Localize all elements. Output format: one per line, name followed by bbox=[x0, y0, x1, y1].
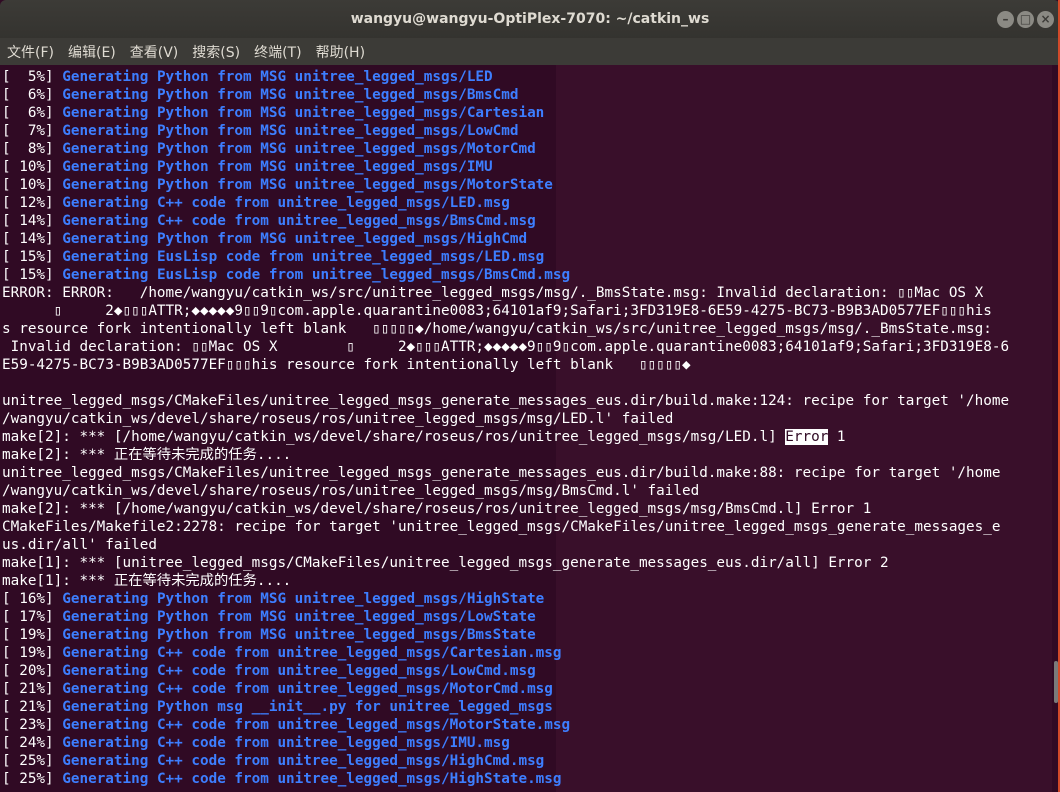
menu-search[interactable]: 搜索(S) bbox=[185, 42, 247, 62]
progress-line: [ 16%] Generating Python from MSG unitre… bbox=[2, 591, 545, 607]
error-line: ERROR: ERROR: /home/wangyu/catkin_ws/src… bbox=[2, 285, 984, 301]
error-line: unitree_legged_msgs/CMakeFiles/unitree_l… bbox=[2, 393, 1010, 409]
progress-line: [ 10%] Generating Python from MSG unitre… bbox=[2, 177, 553, 193]
error-line: /wangyu/catkin_ws/devel/share/roseus/ros… bbox=[2, 483, 700, 499]
error-line: make[1]: *** [unitree_legged_msgs/CMakeF… bbox=[2, 555, 889, 571]
error-block: ERROR: ERROR: /home/wangyu/catkin_ws/src… bbox=[2, 284, 1052, 590]
progress-line: [ 19%] Generating Python from MSG unitre… bbox=[2, 627, 536, 643]
error-line: /wangyu/catkin_ws/devel/share/roseus/ros… bbox=[2, 411, 674, 427]
error-line: make[1]: *** 正在等待未完成的任务.... bbox=[2, 573, 292, 589]
menu-terminal[interactable]: 终端(T) bbox=[247, 42, 308, 62]
menu-help[interactable]: 帮助(H) bbox=[309, 42, 372, 62]
progress-line: [ 14%] Generating Python from MSG unitre… bbox=[2, 231, 528, 247]
progress-block-bottom: [ 16%] Generating Python from MSG unitre… bbox=[2, 590, 1052, 788]
menu-view[interactable]: 查看(V) bbox=[123, 42, 186, 62]
progress-line: [ 7%] Generating Python from MSG unitree… bbox=[2, 123, 519, 139]
terminal-window: wangyu@wangyu-OptiPlex-7070: ~/catkin_ws… bbox=[0, 0, 1060, 792]
error-line: unitree_legged_msgs/CMakeFiles/unitree_l… bbox=[2, 465, 1001, 481]
terminal-lines: [ 5%] Generating Python from MSG unitree… bbox=[2, 68, 1052, 788]
progress-line: [ 20%] Generating C++ code from unitree_… bbox=[2, 663, 536, 679]
progress-line: [ 19%] Generating C++ code from unitree_… bbox=[2, 645, 562, 661]
title-bar[interactable]: wangyu@wangyu-OptiPlex-7070: ~/catkin_ws… bbox=[0, 0, 1060, 38]
minimize-button[interactable]: – bbox=[997, 11, 1014, 28]
make-error-line: make[2]: *** [/home/wangyu/catkin_ws/dev… bbox=[2, 429, 846, 445]
error-line: CMakeFiles/Makefile2:2278: recipe for ta… bbox=[2, 519, 1001, 535]
error-line: ▯ 2◆▯▯▯ATTR;◆◆◆◆◆9▯▯9▯com.apple.quaranti… bbox=[2, 303, 992, 319]
progress-line: [ 12%] Generating C++ code from unitree_… bbox=[2, 195, 510, 211]
progress-block-top: [ 5%] Generating Python from MSG unitree… bbox=[2, 68, 1052, 284]
error-line: make[2]: *** 正在等待未完成的任务.... bbox=[2, 447, 292, 463]
highlighted-error-text: Error bbox=[785, 429, 829, 445]
error-line: E59-4275-BC73-B9B3AD0577EF▯▯▯his resourc… bbox=[2, 357, 691, 373]
progress-line: [ 21%] Generating Python msg __init__.py… bbox=[2, 699, 553, 715]
menu-file[interactable]: 文件(F) bbox=[0, 42, 61, 62]
progress-line: [ 23%] Generating C++ code from unitree_… bbox=[2, 717, 571, 733]
window-title: wangyu@wangyu-OptiPlex-7070: ~/catkin_ws bbox=[350, 11, 710, 27]
progress-line: [ 14%] Generating C++ code from unitree_… bbox=[2, 213, 536, 229]
window-controls: – □ × bbox=[997, 11, 1054, 28]
progress-line: [ 17%] Generating Python from MSG unitre… bbox=[2, 609, 536, 625]
close-button[interactable]: × bbox=[1037, 11, 1054, 28]
progress-line: [ 8%] Generating Python from MSG unitree… bbox=[2, 141, 536, 157]
progress-line: [ 25%] Generating C++ code from unitree_… bbox=[2, 753, 545, 769]
progress-line: [ 5%] Generating Python from MSG unitree… bbox=[2, 69, 493, 85]
terminal-output[interactable]: [ 5%] Generating Python from MSG unitree… bbox=[0, 65, 1052, 792]
menu-edit[interactable]: 编辑(E) bbox=[61, 42, 123, 62]
progress-line: [ 15%] Generating EusLisp code from unit… bbox=[2, 267, 571, 283]
progress-line: [ 10%] Generating Python from MSG unitre… bbox=[2, 159, 493, 175]
progress-line: [ 21%] Generating C++ code from unitree_… bbox=[2, 681, 553, 697]
progress-line: [ 6%] Generating Python from MSG unitree… bbox=[2, 105, 545, 121]
progress-line: [ 15%] Generating EusLisp code from unit… bbox=[2, 249, 545, 265]
progress-line: [ 24%] Generating C++ code from unitree_… bbox=[2, 735, 510, 751]
menu-bar: 文件(F) 编辑(E) 查看(V) 搜索(S) 终端(T) 帮助(H) bbox=[0, 38, 1060, 65]
error-line: Invalid declaration: ▯▯Mac OS X ▯ 2◆▯▯▯A… bbox=[2, 339, 1010, 355]
error-line: us.dir/all' failed bbox=[2, 537, 157, 553]
progress-line: [ 25%] Generating C++ code from unitree_… bbox=[2, 771, 562, 787]
error-line: make[2]: *** [/home/wangyu/catkin_ws/dev… bbox=[2, 501, 872, 517]
progress-line: [ 6%] Generating Python from MSG unitree… bbox=[2, 87, 519, 103]
maximize-button[interactable]: □ bbox=[1017, 11, 1034, 28]
error-line: s resource fork intentionally left blank… bbox=[2, 321, 992, 337]
